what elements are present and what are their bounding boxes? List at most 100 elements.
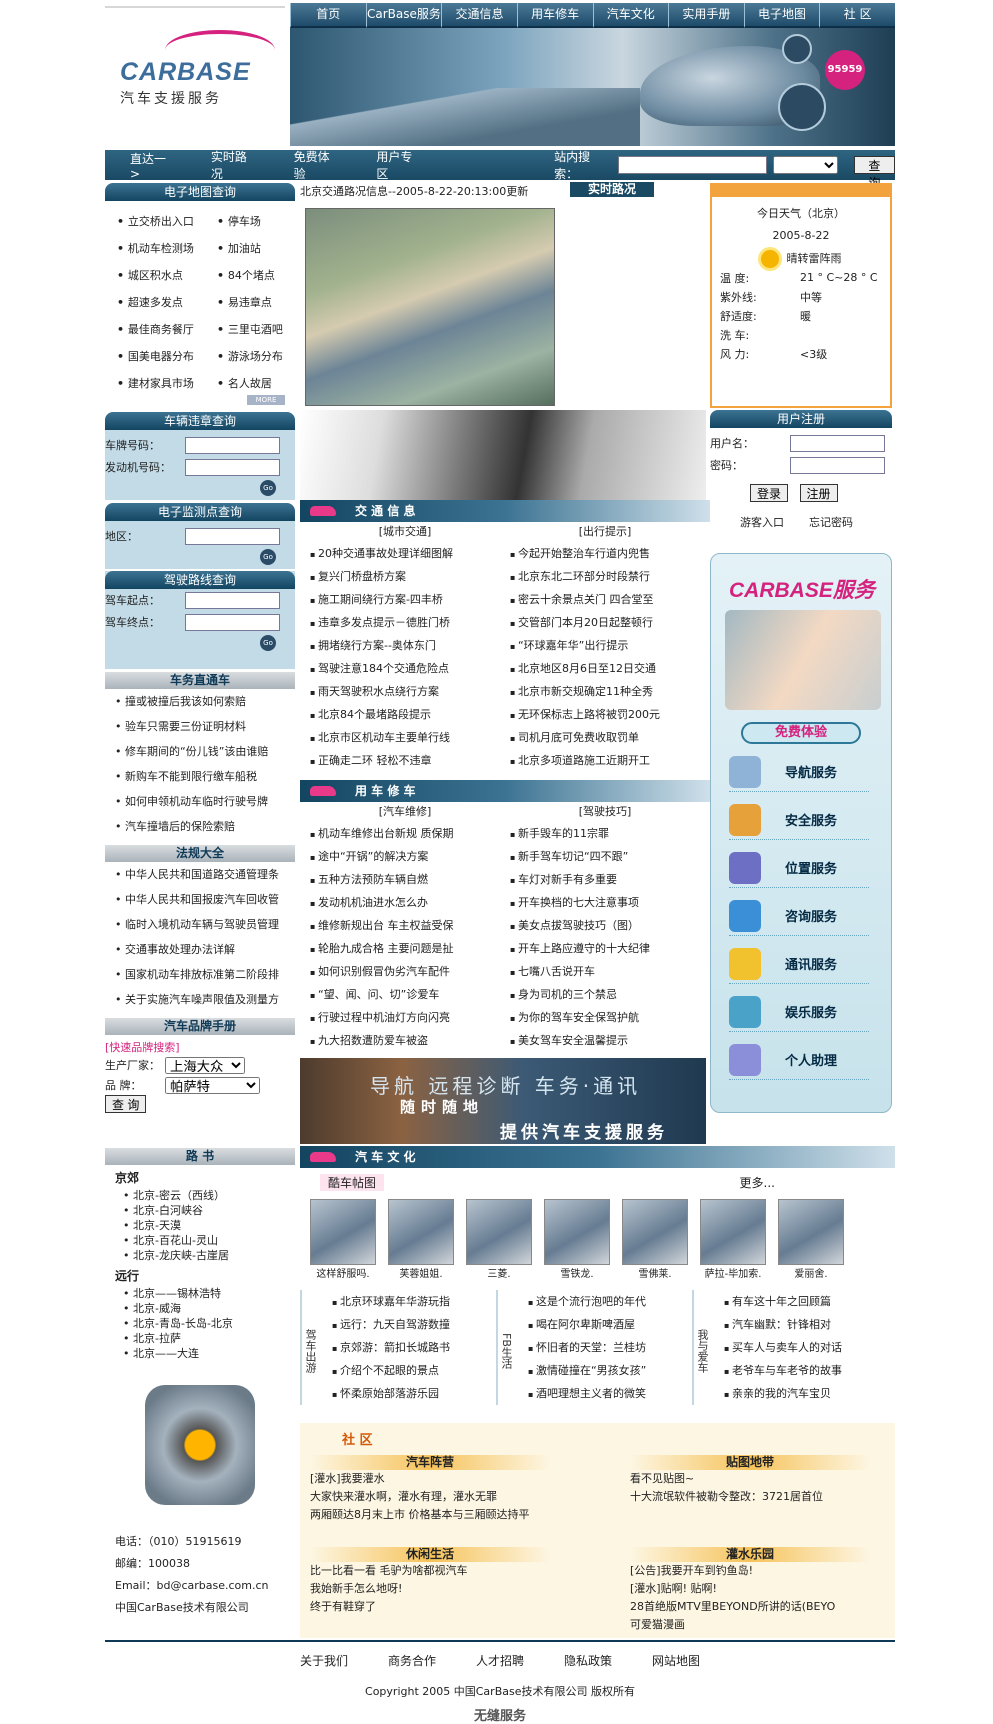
board-post[interactable]: [公告]我要开车到钓鱼岛!	[630, 1562, 870, 1580]
nav-culture[interactable]: 汽车文化	[592, 3, 669, 28]
news-link[interactable]: 复兴门桥盘桥方案	[310, 565, 500, 588]
site-logo[interactable]: CARBASE 汽车支援服务	[105, 6, 285, 146]
map-link[interactable]: 名人故居	[217, 375, 297, 391]
law-link[interactable]: 关于实施汽车噪声限值及测量方	[105, 987, 295, 1012]
roadbook-link[interactable]: 北京-威海	[105, 1301, 295, 1316]
news-link[interactable]: 交管部门本月20日起整顿行	[510, 611, 700, 634]
footer-link[interactable]: 网站地图	[652, 1654, 700, 1668]
car-thumbnail[interactable]: 芙蓉姐姐.	[388, 1199, 454, 1280]
news-link[interactable]: 密云十余景点关门 四合堂至	[510, 588, 700, 611]
news-link[interactable]: 轮胎九成合格 主要问题是扯	[310, 937, 500, 960]
service-item[interactable]: 咨询服务	[729, 896, 869, 936]
traffic-photo[interactable]	[305, 208, 555, 406]
end-input[interactable]	[185, 613, 280, 631]
culture-link[interactable]: 京郊游：箭扣长城路书	[332, 1336, 450, 1359]
nav-carbase-service[interactable]: CarBase服务	[365, 3, 442, 28]
news-link[interactable]: 正确走二环 轻松不违章	[310, 749, 500, 772]
register-button[interactable]: 注册	[799, 484, 838, 502]
maker-select[interactable]: 上海大众	[165, 1056, 245, 1074]
map-link[interactable]: 建材家具市场	[117, 375, 217, 391]
service-item[interactable]: 个人助理	[729, 1040, 869, 1080]
roadbook-link[interactable]: 北京——锡林浩特	[105, 1286, 295, 1301]
news-link[interactable]: 今起开始整治车行道内兜售	[510, 542, 700, 565]
roadbook-link[interactable]: 北京-龙庆峡-古崖居	[105, 1248, 295, 1263]
business-link[interactable]: 修车期间的“份儿钱”该由谁赔	[105, 739, 295, 764]
board-post[interactable]: 看不见贴图~	[630, 1470, 870, 1488]
news-link[interactable]: 如何识别假冒伪劣汽车配件	[310, 960, 500, 983]
news-link[interactable]: 雨天驾驶积水点绕行方案	[310, 680, 500, 703]
news-link[interactable]: 途中“开锅”的解决方案	[310, 845, 500, 868]
culture-link[interactable]: 怀柔原始部落游乐园	[332, 1382, 450, 1405]
route-go-button[interactable]: Go	[260, 635, 276, 651]
board-post[interactable]: [灌水]我要灌水	[310, 1470, 550, 1488]
law-link[interactable]: 中华人民共和国道路交通管理条	[105, 862, 295, 887]
service-item[interactable]: 通讯服务	[729, 944, 869, 984]
culture-link[interactable]: 喝在阿尔卑斯啤酒屋	[528, 1313, 646, 1336]
car-thumbnail[interactable]: 萨拉-毕加索.	[700, 1199, 766, 1280]
law-link[interactable]: 中华人民共和国报废汽车回收管	[105, 887, 295, 912]
news-link[interactable]: 七嘴八舌说开车	[510, 960, 700, 983]
news-link[interactable]: 无环保标志上路将被罚200元	[510, 703, 700, 726]
map-link[interactable]: 国美电器分布	[117, 348, 217, 364]
culture-link[interactable]: 这是个流行泡吧的年代	[528, 1290, 646, 1313]
law-link[interactable]: 国家机动车排放标准第二阶段排	[105, 962, 295, 987]
subnav-user[interactable]: 用户专区	[376, 148, 424, 182]
culture-link[interactable]: 有车这十年之回顾篇	[724, 1290, 842, 1313]
nav-traffic[interactable]: 交通信息	[441, 3, 517, 28]
culture-link[interactable]: 远行：九天自驾游数撞	[332, 1313, 450, 1336]
culture-link[interactable]: 酒吧理想主义者的微笑	[528, 1382, 646, 1405]
violation-go-button[interactable]: Go	[260, 480, 276, 496]
map-link[interactable]: 超速多发点	[117, 294, 217, 310]
roadbook-link[interactable]: 北京-百花山-灵山	[105, 1233, 295, 1248]
news-link[interactable]: 美女点拔驾驶技巧（图）	[510, 914, 700, 937]
car-thumbnail[interactable]: 这样舒服吗.	[310, 1199, 376, 1280]
map-link[interactable]: 机动车检测场	[117, 240, 217, 256]
news-link[interactable]: 维修新规出台 车主权益受保	[310, 914, 500, 937]
culture-link[interactable]: 买车人与卖车人的对话	[724, 1336, 842, 1359]
news-link[interactable]: 违章多发点提示－德胜门桥	[310, 611, 500, 634]
board-post[interactable]: 我始新手怎么地呀!	[310, 1580, 550, 1598]
roadbook-link[interactable]: 北京-天漠	[105, 1218, 295, 1233]
brand-select[interactable]: 帕萨特	[165, 1076, 260, 1094]
roadbook-link[interactable]: 北京——大连	[105, 1346, 295, 1361]
footer-link[interactable]: 关于我们	[300, 1654, 348, 1668]
service-item[interactable]: 娱乐服务	[729, 992, 869, 1032]
news-link[interactable]: 开车换档的七大注意事项	[510, 891, 700, 914]
username-input[interactable]	[790, 434, 885, 452]
law-link[interactable]: 临时入境机动车辆与驾驶员管理	[105, 912, 295, 937]
service-item[interactable]: 安全服务	[729, 800, 869, 840]
subnav-free[interactable]: 免费体验	[294, 148, 342, 182]
business-link[interactable]: 验车只需要三份证明材料	[105, 714, 295, 739]
plate-input[interactable]	[185, 436, 280, 454]
map-link[interactable]: 停车场	[217, 213, 297, 229]
nav-manual[interactable]: 实用手册	[668, 3, 744, 28]
free-trial-button[interactable]: 免费体验	[741, 722, 861, 744]
roadbook-link[interactable]: 北京-密云（西线）	[105, 1188, 295, 1203]
more-button[interactable]: MORE	[247, 395, 285, 405]
news-link[interactable]: 新手驾车切记“四不跟”	[510, 845, 700, 868]
car-thumbnail[interactable]: 三菱.	[466, 1199, 532, 1280]
nav-community[interactable]: 社 区	[819, 3, 895, 28]
search-button[interactable]: 查 询	[853, 156, 895, 190]
culture-more-link[interactable]: 更多...	[740, 1174, 775, 1191]
news-link[interactable]: 驾驶注意184个交通危险点	[310, 657, 500, 680]
login-button[interactable]: 登录	[750, 484, 789, 502]
roadbook-link[interactable]: 北京-青岛-长岛-北京	[105, 1316, 295, 1331]
subnav-direct[interactable]: 直达一>	[130, 150, 176, 181]
map-link[interactable]: 最佳商务餐厅	[117, 321, 217, 337]
culture-link[interactable]: 老爷车与车老爷的故事	[724, 1359, 842, 1382]
board-post[interactable]: [灌水]贴啊! 贴啊!	[630, 1580, 870, 1598]
car-thumbnail[interactable]: 雪铁龙.	[544, 1199, 610, 1280]
map-link[interactable]: 84个堵点	[217, 267, 297, 283]
map-link[interactable]: 加油站	[217, 240, 297, 256]
map-link[interactable]: 立交桥出入口	[117, 213, 217, 229]
board-post[interactable]: 十大流氓软件被勒令整改：3721居首位	[630, 1488, 870, 1506]
news-link[interactable]: 车灯对新手有多重要	[510, 868, 700, 891]
culture-link[interactable]: 怀旧者的天堂：兰桂坊	[528, 1336, 646, 1359]
footer-link[interactable]: 商务合作	[388, 1654, 436, 1668]
culture-link[interactable]: 北京环球嘉年华游玩指	[332, 1290, 450, 1313]
board-post[interactable]: 大家快来灌水啊，灌水有理，灌水无罪	[310, 1488, 550, 1506]
map-link[interactable]: 易违章点	[217, 294, 297, 310]
news-link[interactable]: 美女驾车安全温馨提示	[510, 1029, 700, 1052]
news-link[interactable]: 拥堵绕行方案--奥体东门	[310, 634, 500, 657]
